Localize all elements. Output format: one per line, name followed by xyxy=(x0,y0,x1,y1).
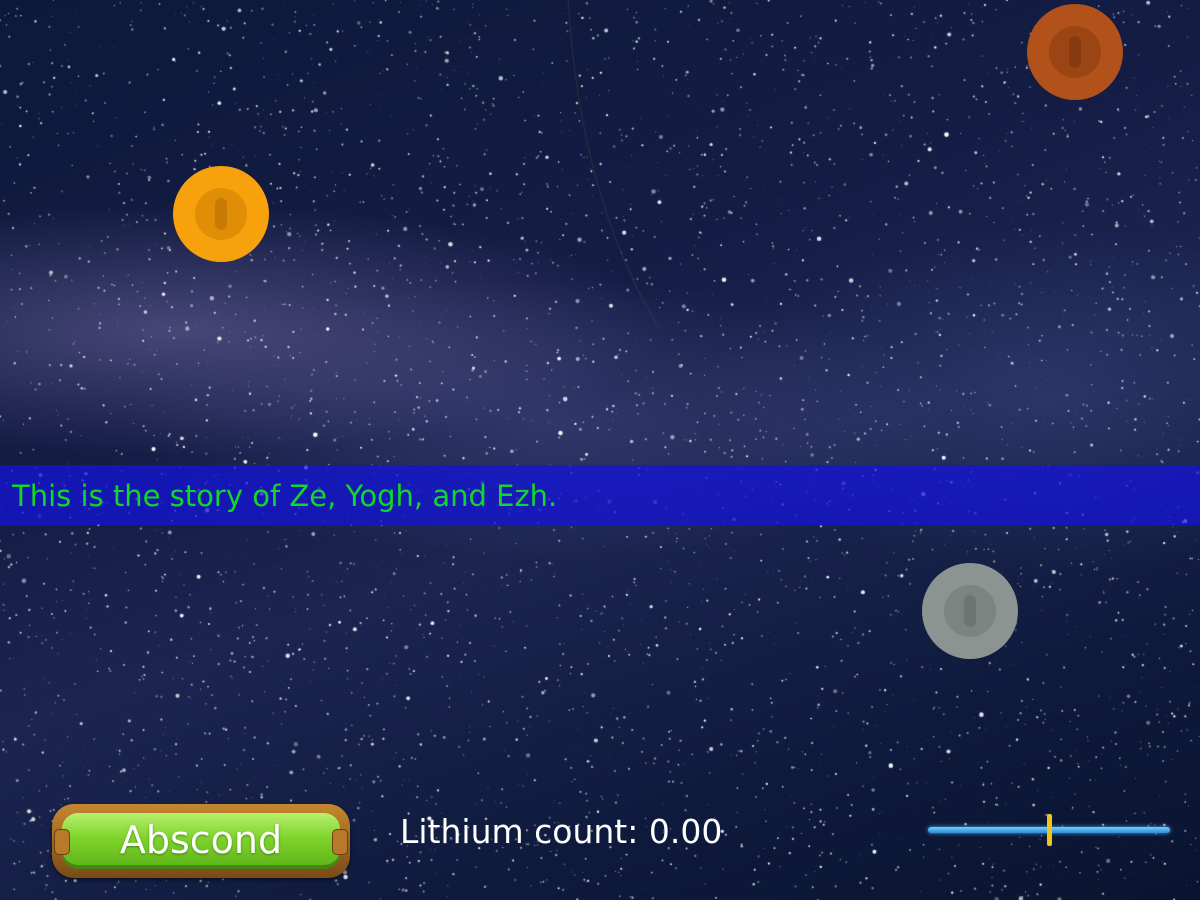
lithium-count-value: 0.00 xyxy=(648,812,723,851)
copper-coin-slot xyxy=(1069,36,1081,68)
lithium-count: Lithium count: 0.00 xyxy=(400,812,722,852)
silver-coin[interactable] xyxy=(922,563,1018,659)
starfield-background xyxy=(0,0,1200,900)
story-text: This is the story of Ze, Yogh, and Ezh. xyxy=(12,479,558,513)
story-banner: This is the story of Ze, Yogh, and Ezh. xyxy=(0,465,1200,525)
gold-coin[interactable] xyxy=(173,166,269,262)
game-scene: This is the story of Ze, Yogh, and Ezh. … xyxy=(0,0,1200,900)
silver-coin-slot xyxy=(964,595,976,627)
lithium-count-label: Lithium count: xyxy=(400,812,639,851)
volume-slider[interactable] xyxy=(928,812,1172,848)
copper-coin[interactable] xyxy=(1027,4,1123,100)
gold-coin-slot xyxy=(215,198,227,230)
abscond-label: Abscond xyxy=(119,818,283,862)
abscond-button[interactable]: Abscond xyxy=(52,804,350,878)
slider-handle[interactable] xyxy=(1047,814,1052,846)
